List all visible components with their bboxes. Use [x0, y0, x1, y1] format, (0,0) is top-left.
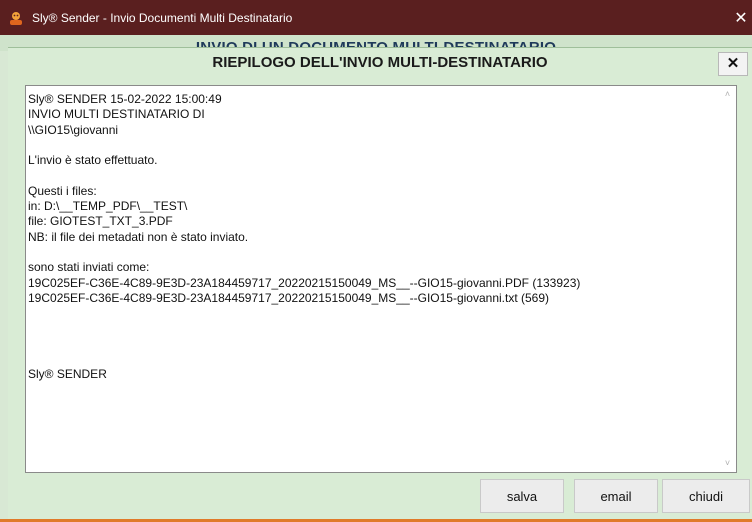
- report-line: [28, 138, 718, 153]
- report-line: NB: il file dei metadati non è stato inv…: [28, 229, 249, 244]
- summary-dialog: RIEPILOGO DELL'INVIO MULTI-DESTINATARIO …: [8, 47, 752, 520]
- report-line: Sly® SENDER 15-02-2022 15:00:49: [28, 92, 222, 106]
- report-line: 19C025EF-C36E-4C89-9E3D-23A184459717_202…: [28, 290, 550, 305]
- report-line: [28, 245, 718, 260]
- chevron-down-icon[interactable]: ˅: [719, 455, 736, 472]
- report-line: [28, 352, 718, 367]
- app-icon: [10, 12, 22, 25]
- close-icon: ✕: [734, 9, 748, 27]
- report-line: \\GIO15\giovanni: [28, 122, 119, 137]
- dialog-title: RIEPILOGO DELL'INVIO MULTI-DESTINATARIO: [8, 48, 752, 77]
- dialog-close-button[interactable]: ✕: [718, 52, 748, 76]
- vertical-scrollbar[interactable]: ˄ ˅: [719, 86, 736, 472]
- email-button[interactable]: email: [574, 479, 658, 513]
- window-title: Sly® Sender - Invio Documenti Multi Dest…: [32, 11, 293, 25]
- report-textarea[interactable]: Sly® SENDER 15-02-2022 15:00:49 INVIO MUL…: [25, 85, 737, 473]
- report-line: [28, 321, 718, 336]
- close-icon: ✕: [726, 55, 740, 72]
- save-button[interactable]: salva: [480, 479, 564, 513]
- report-line: sono stati inviati come:: [28, 260, 150, 275]
- report-line: Sly® SENDER: [28, 367, 107, 382]
- chevron-up-icon[interactable]: ˄: [719, 86, 736, 103]
- window-close-button[interactable]: ✕: [730, 0, 752, 35]
- report-line: [28, 306, 718, 321]
- close-button[interactable]: chiudi: [662, 479, 750, 513]
- report-line: 19C025EF-C36E-4C89-9E3D-23A184459717_202…: [28, 275, 581, 290]
- report-line: file: GIOTEST_TXT_3.PDF: [28, 214, 173, 229]
- window-titlebar: Sly® Sender - Invio Documenti Multi Dest…: [0, 0, 752, 35]
- report-line: Questi i files:: [28, 183, 97, 198]
- report-line: in: D:\__TEMP_PDF\__TEST\: [28, 199, 188, 214]
- report-text: Sly® SENDER 15-02-2022 15:00:49 INVIO MUL…: [28, 92, 718, 383]
- report-line: INVIO MULTI DESTINATARIO DI: [28, 107, 205, 122]
- report-line: [28, 337, 718, 352]
- report-line: L'invio è stato effettuato.: [28, 153, 158, 168]
- report-line: [28, 168, 718, 183]
